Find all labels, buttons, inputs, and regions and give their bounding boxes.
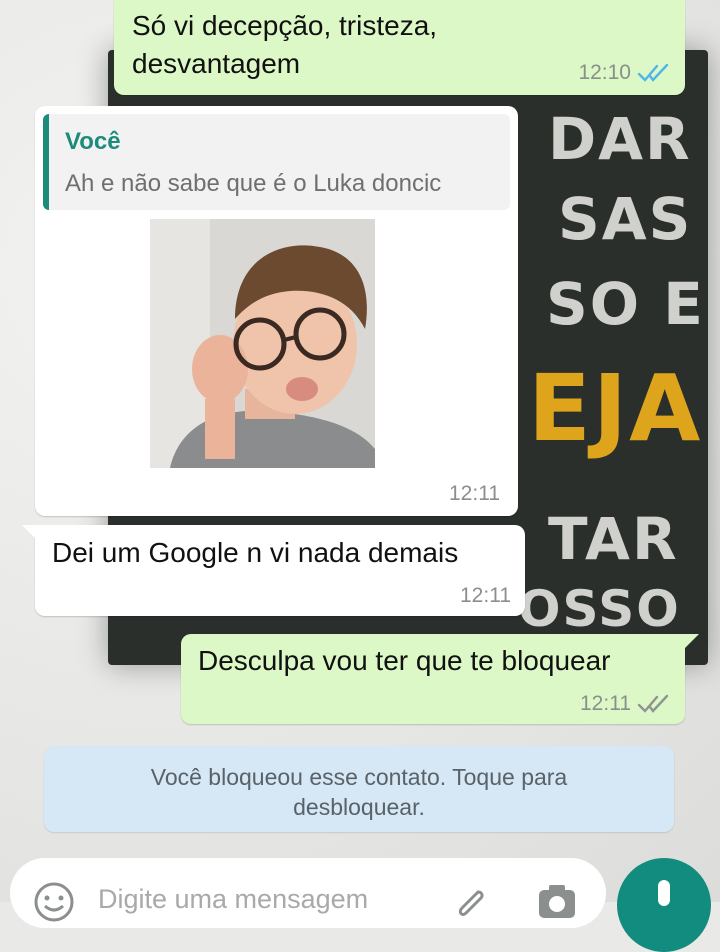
photo-boy-glasses [150,219,375,468]
double-check-icon [637,694,669,713]
message-text: Dei um Google n vi nada demais [52,537,459,568]
emoji-icon[interactable] [32,880,76,924]
quote-bar [43,114,49,210]
message-bubble-incoming[interactable]: Você Ah e não sabe que é o Luka doncic 1… [35,106,518,516]
bubble-tail [685,634,699,648]
sticker-image[interactable] [150,219,375,468]
paperclip-icon[interactable] [450,882,490,922]
message-text: desvantagem [132,48,301,79]
message-time: 12:11 [580,692,631,715]
wallpaper-word: DAR [548,105,692,173]
message-meta: 12:11 [449,482,500,506]
double-check-icon [637,63,669,82]
wallpaper-word: SAS [558,185,693,253]
wallpaper-word: TAR [548,505,679,573]
message-meta: 12:10 [578,61,671,85]
message-time: 12:10 [578,61,631,84]
quote-text: Ah e não sabe que é o Luka doncic [65,170,442,197]
bubble-tail [22,525,36,539]
message-meta: 12:11 [580,692,671,716]
notice-text: Você bloqueou esse contato. Toque para [150,764,568,790]
notice-text: desbloquear. [293,794,425,820]
message-text: Desculpa vou ter que te bloquear [198,645,611,676]
message-input[interactable]: Digite uma mensagem [98,884,368,915]
mic-button[interactable] [617,858,711,952]
wallpaper-word: EJA [528,355,703,462]
reply-quote[interactable]: Você Ah e não sabe que é o Luka doncic [43,114,510,210]
message-bubble-outgoing[interactable]: Desculpa vou ter que te bloquear 12:11 [181,634,685,724]
camera-icon[interactable] [535,880,579,924]
message-time: 12:11 [449,482,500,505]
wallpaper-word: OSSO [518,580,681,638]
quote-author: Você [65,128,121,155]
wallpaper-word: SO E [546,270,705,338]
mic-icon [658,880,670,906]
message-bubble-incoming[interactable]: Dei um Google n vi nada demais 12:11 [35,525,525,616]
message-meta: 12:11 [460,584,511,608]
message-bubble-outgoing[interactable]: Só vi decepção, tristeza, desvantagem 12… [114,0,685,95]
message-time: 12:11 [460,584,511,607]
message-text: Só vi decepção, tristeza, [132,10,438,41]
message-composer[interactable]: Digite uma mensagem [10,858,606,928]
blocked-contact-notice[interactable]: Você bloqueou esse contato. Toque para d… [44,746,674,832]
